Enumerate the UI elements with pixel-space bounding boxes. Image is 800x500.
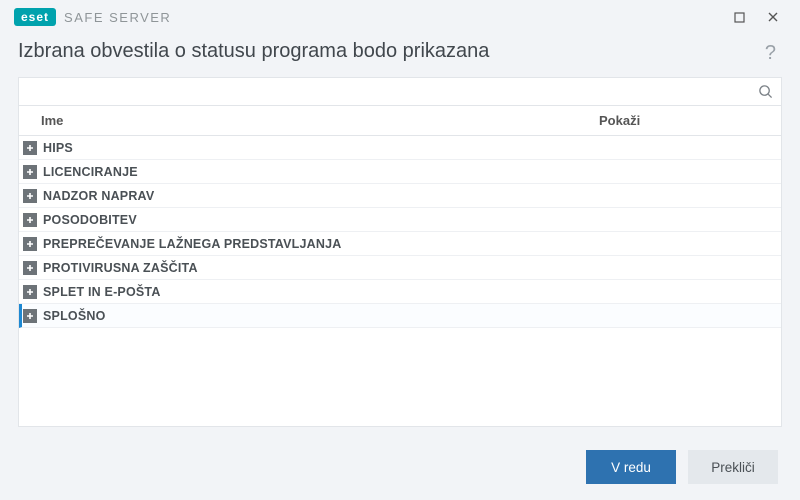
tree-row-label: HIPS	[43, 141, 73, 155]
brand-logo: eset	[14, 8, 56, 26]
column-headers: Ime Pokaži	[19, 106, 781, 136]
tree-row[interactable]: SPLOŠNO	[19, 304, 781, 328]
product-name: SAFE SERVER	[64, 10, 171, 25]
expand-icon[interactable]	[23, 213, 37, 227]
tree-row-label: PREPREČEVANJE LAŽNEGA PREDSTAVLJANJA	[43, 237, 341, 251]
tree-row[interactable]: LICENCIRANJE	[19, 160, 781, 184]
expand-icon[interactable]	[23, 261, 37, 275]
expand-icon[interactable]	[23, 285, 37, 299]
tree-row[interactable]: SPLET IN E-POŠTA	[19, 280, 781, 304]
tree-row[interactable]: PREPREČEVANJE LAŽNEGA PREDSTAVLJANJA	[19, 232, 781, 256]
tree-row-label: SPLET IN E-POŠTA	[43, 285, 161, 299]
close-icon	[767, 11, 779, 23]
ok-button[interactable]: V redu	[586, 450, 676, 484]
tree-row-label: NADZOR NAPRAV	[43, 189, 154, 203]
tree-view: HIPS LICENCIRANJE NADZOR NAPRAV POSODOBITEV…	[19, 136, 781, 426]
tree-row[interactable]: PROTIVIRUSNA ZAŠČITA	[19, 256, 781, 280]
column-header-name[interactable]: Ime	[19, 113, 591, 128]
window-controls	[722, 3, 790, 31]
tree-row-label: PROTIVIRUSNA ZAŠČITA	[43, 261, 198, 275]
expand-icon[interactable]	[23, 237, 37, 251]
expand-icon[interactable]	[23, 189, 37, 203]
search-icon[interactable]	[756, 82, 775, 101]
heading-row: Izbrana obvestila o statusu programa bod…	[0, 34, 800, 77]
search-input[interactable]	[27, 80, 756, 104]
cancel-button[interactable]: Prekliči	[688, 450, 778, 484]
maximize-button[interactable]	[722, 3, 756, 31]
tree-row-label: LICENCIRANJE	[43, 165, 138, 179]
tree-row[interactable]: HIPS	[19, 136, 781, 160]
tree-row[interactable]: POSODOBITEV	[19, 208, 781, 232]
expand-icon[interactable]	[23, 309, 37, 323]
expand-icon[interactable]	[23, 141, 37, 155]
close-button[interactable]	[756, 3, 790, 31]
maximize-icon	[734, 12, 745, 23]
column-header-show[interactable]: Pokaži	[591, 113, 781, 128]
button-bar: V redu Prekliči	[586, 450, 778, 484]
brand: eset SAFE SERVER	[14, 8, 171, 26]
page-title: Izbrana obvestila o statusu programa bod…	[18, 40, 761, 63]
search-row	[19, 78, 781, 106]
main-panel: Ime Pokaži HIPS LICENCIRANJE NADZOR NAPRAV…	[18, 77, 782, 427]
help-button[interactable]: ?	[761, 40, 780, 67]
tree-row-label: POSODOBITEV	[43, 213, 137, 227]
titlebar: eset SAFE SERVER	[0, 0, 800, 34]
tree-row[interactable]: NADZOR NAPRAV	[19, 184, 781, 208]
expand-icon[interactable]	[23, 165, 37, 179]
tree-row-label: SPLOŠNO	[43, 309, 106, 323]
